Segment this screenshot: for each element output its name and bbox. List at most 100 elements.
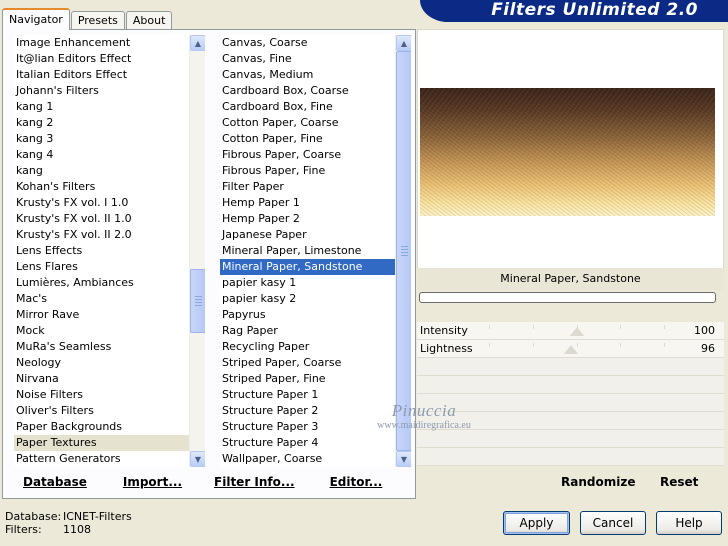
scroll-up-icon[interactable]: ▲	[190, 35, 205, 51]
category-item[interactable]: Image Enhancement	[14, 35, 189, 51]
slider-lightness[interactable]: Lightness 96	[417, 340, 724, 358]
filter-list[interactable]: Canvas, Coarse Canvas, Fine Canvas, Medium…	[220, 35, 411, 467]
database-value: ICNET-Filters	[63, 510, 132, 523]
slider-empty	[417, 448, 724, 466]
filter-item[interactable]: papier kasy 1	[220, 275, 395, 291]
app-title: Filters Unlimited 2.0	[491, 0, 698, 20]
slider-intensity[interactable]: Intensity 100	[417, 322, 724, 340]
status-info: Database: ICNET-Filters Filters: 1108	[5, 510, 132, 536]
parameter-sliders: Intensity 100 Lightness 96	[417, 322, 724, 467]
randomize-button[interactable]: Randomize	[561, 475, 635, 489]
filter-item[interactable]: Striped Paper, Coarse	[220, 355, 395, 371]
slider-empty	[417, 376, 724, 394]
category-item[interactable]: It@lian Editors Effect	[14, 51, 189, 67]
filter-item[interactable]: papier kasy 2	[220, 291, 395, 307]
filter-item[interactable]: Mineral Paper, Sandstone	[220, 259, 395, 275]
editor-button[interactable]: Editor...	[330, 475, 383, 489]
scroll-down-icon[interactable]: ▼	[190, 451, 205, 467]
filter-item[interactable]: Papyrus	[220, 307, 395, 323]
filter-item[interactable]: Fibrous Paper, Fine	[220, 163, 395, 179]
category-list[interactable]: Image Enhancement It@lian Editors Effect I…	[14, 35, 205, 467]
reset-button[interactable]: Reset	[660, 475, 698, 489]
category-item[interactable]: Lens Effects	[14, 243, 189, 259]
category-item[interactable]: Italian Editors Effect	[14, 67, 189, 83]
category-item[interactable]: Pattern Generators	[14, 451, 189, 467]
import-button[interactable]: Import...	[123, 475, 182, 489]
scroll-up-icon[interactable]: ▲	[396, 35, 411, 51]
tab-strip: Navigator Presets About	[2, 8, 173, 30]
filters-count: 1108	[63, 523, 91, 536]
category-item[interactable]: Neology	[14, 355, 189, 371]
slider-track[interactable]	[489, 325, 665, 337]
filter-item[interactable]: Hemp Paper 1	[220, 195, 395, 211]
category-item[interactable]: Johann's Filters	[14, 83, 189, 99]
filter-item[interactable]: Hemp Paper 2	[220, 211, 395, 227]
cancel-button[interactable]: Cancel	[580, 511, 646, 535]
filter-item[interactable]: Structure Paper 4	[220, 435, 395, 451]
category-item[interactable]: Paper Backgrounds	[14, 419, 189, 435]
slider-thumb[interactable]	[569, 327, 584, 336]
category-item[interactable]: Krusty's FX vol. I 1.0	[14, 195, 189, 211]
category-item[interactable]: Kohan's Filters	[14, 179, 189, 195]
filter-item[interactable]: Structure Paper 2	[220, 403, 395, 419]
filter-scrollbar[interactable]: ▲ ▼	[395, 35, 411, 467]
filter-item[interactable]: Cardboard Box, Coarse	[220, 83, 395, 99]
tab-about[interactable]: About	[125, 11, 173, 30]
category-item[interactable]: Noise Filters	[14, 387, 189, 403]
apply-button[interactable]: Apply	[503, 511, 570, 535]
slider-empty	[417, 430, 724, 448]
slider-label: Intensity	[420, 324, 468, 337]
category-scrollbar[interactable]: ▲ ▼	[189, 35, 205, 467]
category-item[interactable]: kang	[14, 163, 189, 179]
progress-bar	[419, 292, 716, 303]
filter-item[interactable]: Cotton Paper, Fine	[220, 131, 395, 147]
filter-item[interactable]: Cardboard Box, Fine	[220, 99, 395, 115]
filter-item[interactable]: Structure Paper 3	[220, 419, 395, 435]
filter-item[interactable]: Recycling Paper	[220, 339, 395, 355]
category-item[interactable]: kang 2	[14, 115, 189, 131]
filter-item[interactable]: Rag Paper	[220, 323, 395, 339]
category-item[interactable]: Mirror Rave	[14, 307, 189, 323]
filter-scroll-thumb[interactable]	[396, 51, 411, 451]
filter-item[interactable]: Canvas, Fine	[220, 51, 395, 67]
category-item[interactable]: Nirvana	[14, 371, 189, 387]
category-item[interactable]: MuRa's Seamless	[14, 339, 189, 355]
category-item[interactable]: kang 4	[14, 147, 189, 163]
filter-item[interactable]: Structure Paper 1	[220, 387, 395, 403]
scroll-down-icon[interactable]: ▼	[396, 451, 411, 467]
header-banner: Filters Unlimited 2.0	[420, 0, 728, 22]
slider-track[interactable]	[489, 343, 665, 355]
category-item[interactable]: kang 1	[14, 99, 189, 115]
slider-empty	[417, 394, 724, 412]
category-items: Image Enhancement It@lian Editors Effect I…	[14, 35, 189, 467]
category-item[interactable]: Krusty's FX vol. II 2.0	[14, 227, 189, 243]
filter-item[interactable]: Canvas, Coarse	[220, 35, 395, 51]
tab-presets[interactable]: Presets	[70, 11, 125, 30]
help-button[interactable]: Help	[656, 511, 722, 535]
category-item[interactable]: Mac's	[14, 291, 189, 307]
filter-item[interactable]: Filter Paper	[220, 179, 395, 195]
category-scroll-thumb[interactable]	[190, 269, 205, 333]
filter-item[interactable]: Japanese Paper	[220, 227, 395, 243]
category-item[interactable]: Krusty's FX vol. II 1.0	[14, 211, 189, 227]
slider-label: Lightness	[420, 342, 473, 355]
filter-item[interactable]: Fibrous Paper, Coarse	[220, 147, 395, 163]
category-item[interactable]: kang 3	[14, 131, 189, 147]
category-item[interactable]: Oliver's Filters	[14, 403, 189, 419]
tab-navigator[interactable]: Navigator	[2, 8, 70, 30]
category-item[interactable]: Paper Textures	[14, 435, 189, 451]
filter-item[interactable]: Canvas, Medium	[220, 67, 395, 83]
filter-item[interactable]: Cotton Paper, Coarse	[220, 115, 395, 131]
category-item[interactable]: Lens Flares	[14, 259, 189, 275]
slider-thumb[interactable]	[564, 345, 579, 354]
preview-panel	[417, 29, 724, 269]
slider-empty	[417, 358, 724, 376]
category-item[interactable]: Lumières, Ambiances	[14, 275, 189, 291]
slider-value: 100	[694, 324, 715, 337]
filter-item[interactable]: Striped Paper, Fine	[220, 371, 395, 387]
category-item[interactable]: Mock	[14, 323, 189, 339]
filter-info-button[interactable]: Filter Info...	[214, 475, 295, 489]
database-button[interactable]: Database	[23, 475, 87, 489]
filter-item[interactable]: Mineral Paper, Limestone	[220, 243, 395, 259]
filter-item[interactable]: Wallpaper, Coarse	[220, 451, 395, 467]
